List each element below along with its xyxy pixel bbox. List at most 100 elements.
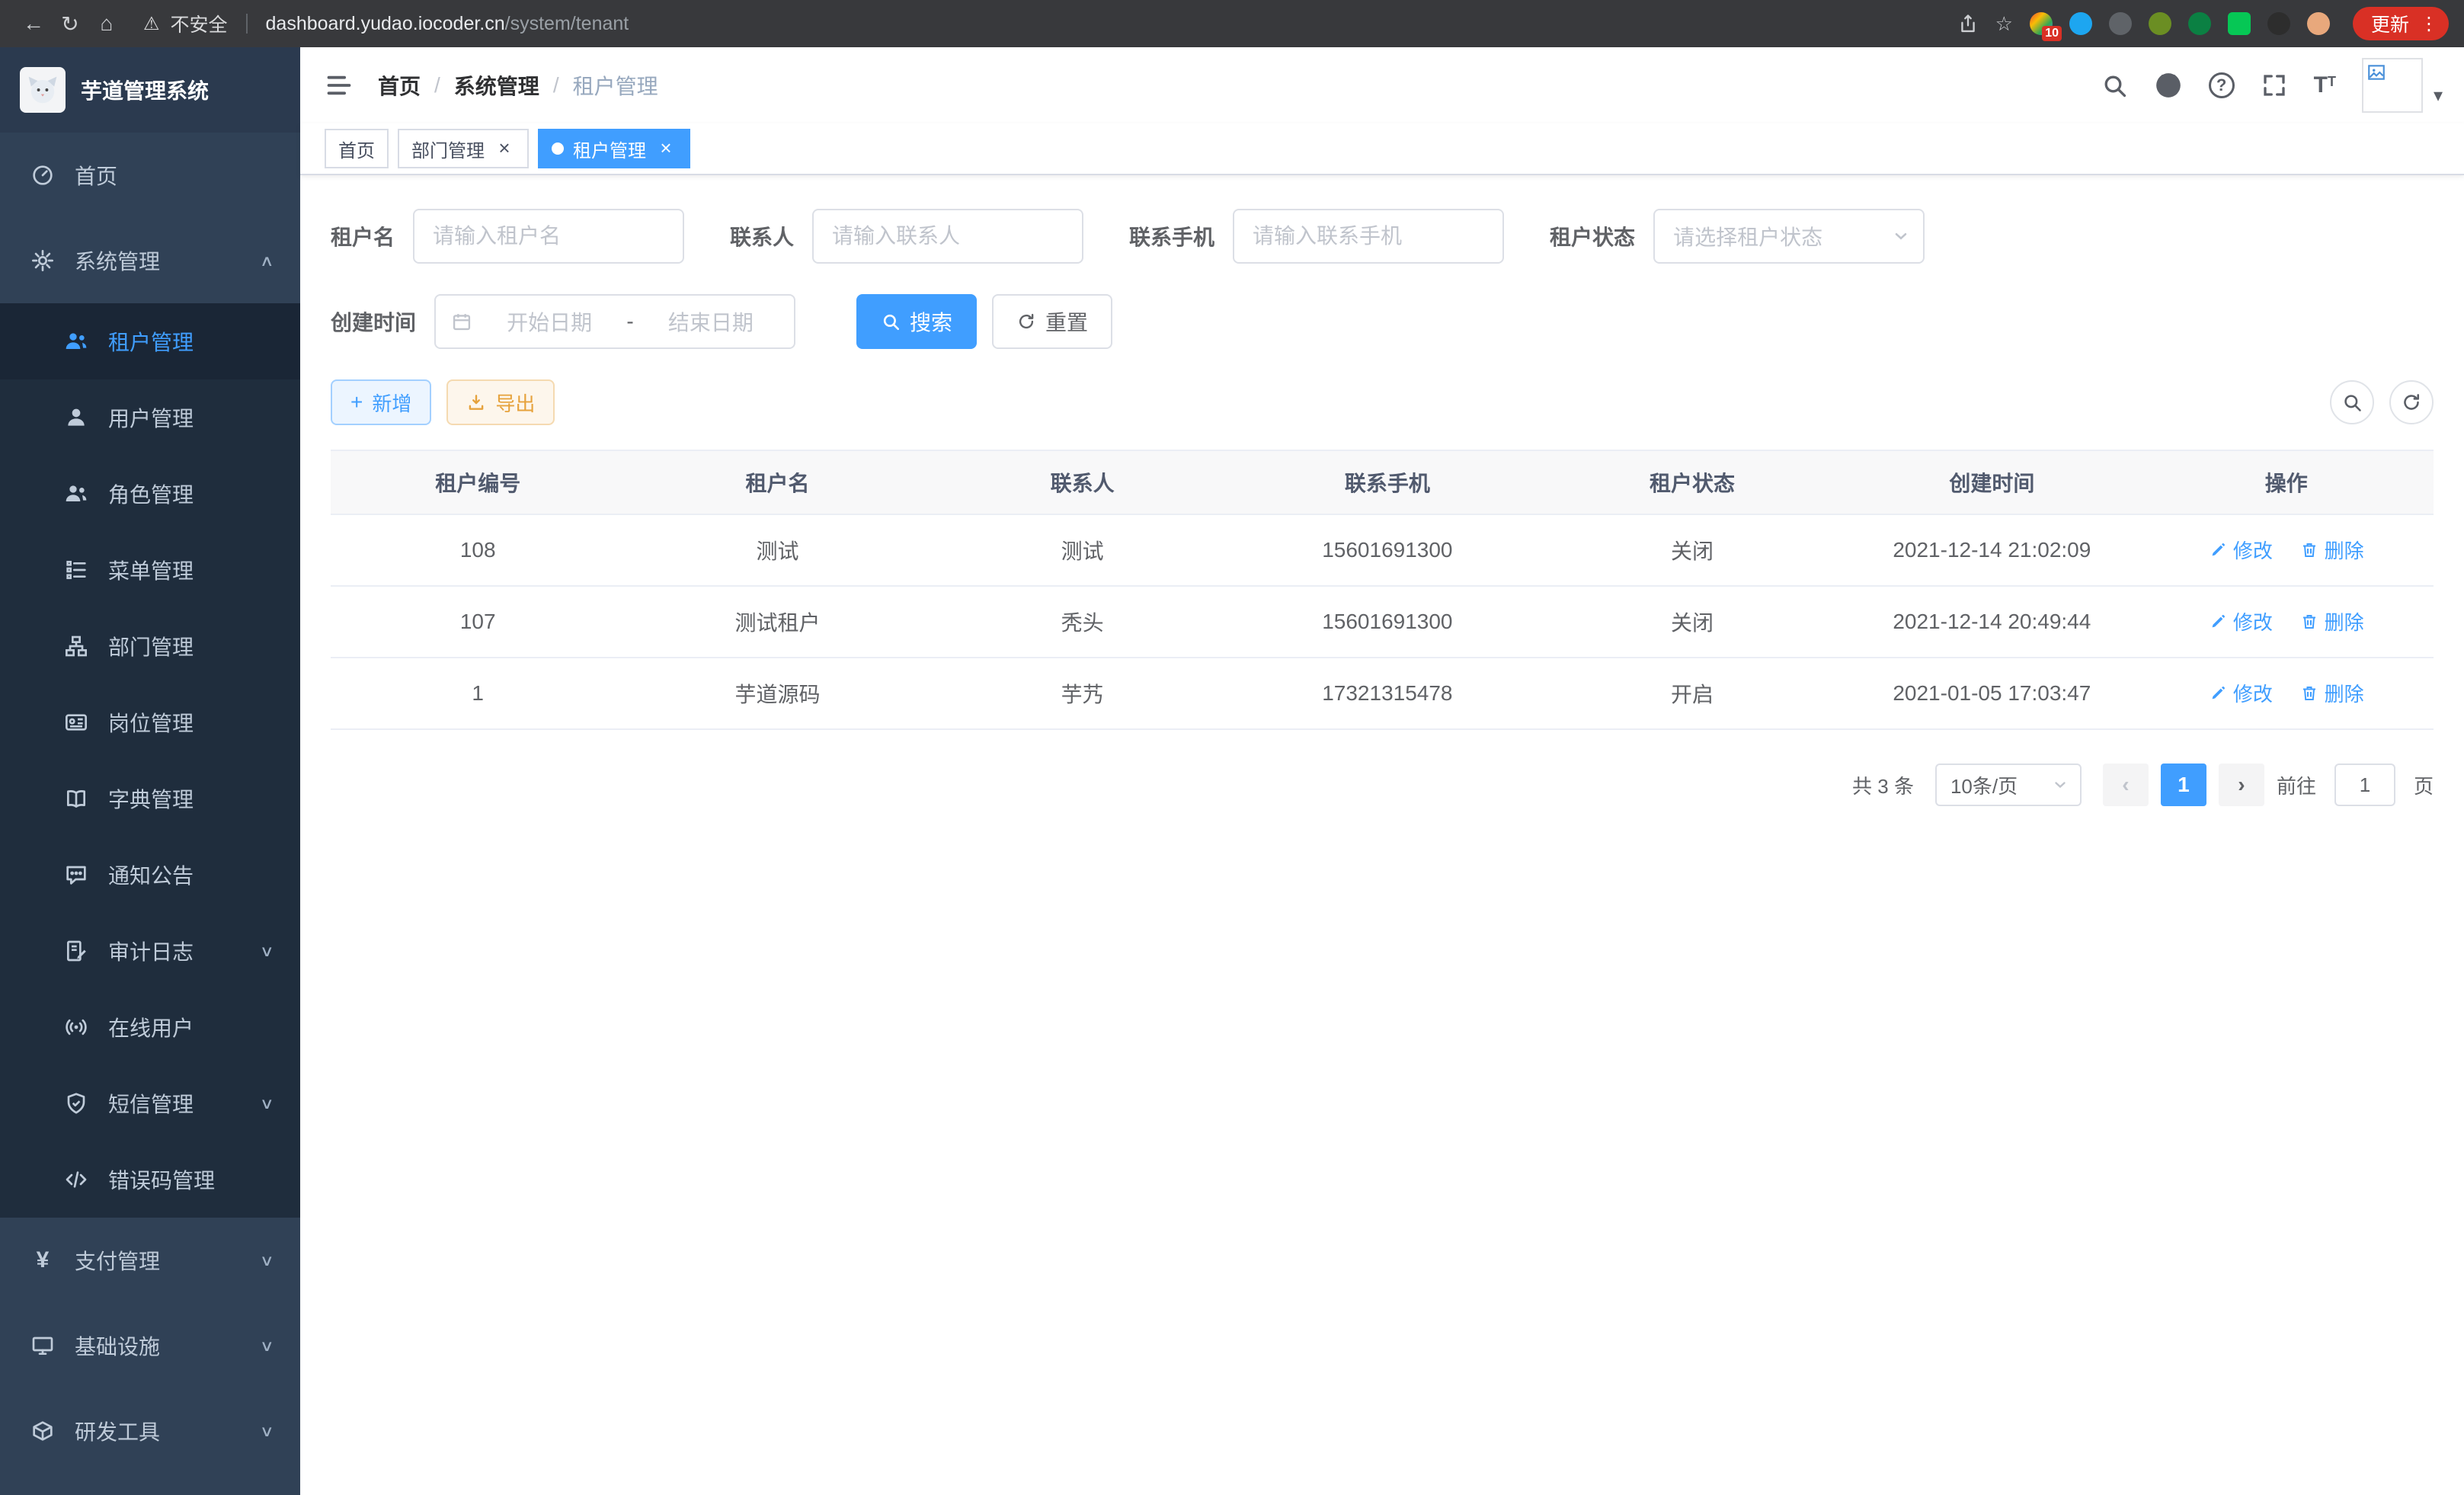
book-icon [64,786,88,811]
browser-update-button[interactable]: 更新⋮ [2353,7,2449,40]
help-icon[interactable]: ? [2209,72,2235,98]
toggle-search-button[interactable] [2330,380,2374,424]
search-button[interactable]: 搜索 [856,294,977,349]
add-button[interactable]: + 新增 [331,379,431,425]
sidebar-item-dept[interactable]: 部门管理 [0,608,300,684]
cell-contact: 秃头 [930,586,1235,658]
page-1-button[interactable]: 1 [2161,764,2206,806]
search-button-label: 搜索 [910,306,952,337]
next-page-button[interactable]: › [2219,764,2264,806]
tab-tenant[interactable]: 租户管理× [538,129,690,168]
col-tenant-id: 租户编号 [331,450,625,514]
extension-icon-gray[interactable] [2109,12,2132,35]
sidebar-item-payment[interactable]: ¥ 支付管理 ∨ [0,1218,300,1303]
url-host: dashboard.yudao.iocoder.cn [266,13,505,34]
edit-button[interactable]: 修改 [2209,536,2273,564]
font-size-icon[interactable]: TT [2314,72,2336,98]
code-icon [64,1167,88,1192]
tenant-name-input[interactable] [413,209,684,264]
extension-icon-blue[interactable] [2069,12,2092,35]
online-icon [64,1015,88,1039]
cell-contact: 芋艿 [930,658,1235,729]
sidebar-item-menu[interactable]: 菜单管理 [0,532,300,608]
create-time-range-picker[interactable]: 开始日期 - 结束日期 [434,294,795,349]
cell-status: 开启 [1540,658,1845,729]
close-icon[interactable]: × [494,138,515,159]
extension-icon-colorful[interactable]: 10 [2030,12,2053,35]
share-icon[interactable] [1957,13,1979,34]
delete-button[interactable]: 删除 [2300,536,2364,564]
sidebar-item-tenant[interactable]: 租户管理 [0,303,300,379]
extension-icon-bright-green[interactable] [2228,12,2251,35]
cell-created: 2021-12-14 20:49:44 [1845,586,2139,658]
browser-home-icon[interactable]: ⌂ [88,11,125,36]
sidebar-item-sms[interactable]: 短信管理 ∨ [0,1065,300,1141]
menu-label: 租户管理 [108,326,273,357]
col-created: 创建时间 [1845,450,2139,514]
github-icon[interactable] [2154,71,2183,100]
profile-avatar-icon[interactable] [2307,12,2330,35]
sidebar-item-post[interactable]: 岗位管理 [0,684,300,760]
prev-page-button[interactable]: ‹ [2103,764,2149,806]
refresh-table-button[interactable] [2389,380,2434,424]
bookmark-star-icon[interactable]: ☆ [1995,12,2013,36]
contact-input[interactable] [812,209,1083,264]
url-text[interactable]: dashboard.yudao.iocoder.cn/system/tenant [266,13,629,35]
edit-button[interactable]: 修改 [2209,679,2273,707]
breadcrumb-system[interactable]: 系统管理 [454,70,539,101]
reset-button[interactable]: 重置 [992,294,1112,349]
cell-status: 关闭 [1540,586,1845,658]
sidebar-item-audit-log[interactable]: 审计日志 ∨ [0,913,300,989]
sidebar-item-dev-tools[interactable]: 研发工具 ∨ [0,1388,300,1474]
page-size-select[interactable]: 10条/页 [1935,764,2082,806]
sidebar-item-home[interactable]: 首页 [0,133,300,218]
col-actions: 操作 [2139,450,2434,514]
avatar[interactable] [2362,58,2423,113]
cell-actions: 修改 删除 [2139,658,2434,729]
sidebar-item-system[interactable]: 系统管理 ∧ [0,218,300,303]
tenant-status-select[interactable]: 请选择租户状态 [1653,209,1925,264]
export-button[interactable]: 导出 [446,379,555,425]
close-icon[interactable]: × [655,138,677,159]
app-logo[interactable]: 芋道管理系统 [0,47,300,133]
security-warning-icon: ⚠ [143,13,160,35]
extension-icon-olive[interactable] [2149,12,2171,35]
security-label[interactable]: 不安全 [171,10,228,37]
fullscreen-icon[interactable] [2261,72,2288,99]
cell-phone: 15601691300 [1235,514,1540,586]
extension-puzzle-icon[interactable] [2267,12,2290,35]
col-phone: 联系手机 [1235,450,1540,514]
back-icon[interactable]: ← [15,11,52,36]
tab-home[interactable]: 首页 [325,129,389,168]
avatar-caret-icon[interactable]: ▾ [2434,85,2443,107]
phone-input[interactable] [1233,209,1504,264]
delete-button[interactable]: 删除 [2300,607,2364,635]
header-search-icon[interactable] [2101,72,2128,99]
sidebar-item-role[interactable]: 角色管理 [0,456,300,532]
sidebar-item-online-user[interactable]: 在线用户 [0,989,300,1065]
search-icon [2341,392,2363,413]
sidebar-item-notice[interactable]: 通知公告 [0,837,300,913]
export-button-label: 导出 [495,389,535,417]
audit-log-icon [64,939,88,963]
menu-label: 角色管理 [108,479,273,509]
chevron-down-icon [2051,776,2069,794]
extension-icon-green[interactable] [2188,12,2211,35]
sidebar-item-infra[interactable]: 基础设施 ∨ [0,1303,300,1388]
tab-dept[interactable]: 部门管理× [398,129,529,168]
page-size-value: 10条/页 [1950,771,2018,799]
edit-button[interactable]: 修改 [2209,607,2273,635]
address-bar[interactable]: ⚠ 不安全 dashboard.yudao.iocoder.cn/system/… [143,10,629,37]
reload-icon[interactable]: ↻ [52,11,88,37]
sidebar-item-error-code[interactable]: 错误码管理 [0,1141,300,1218]
sidebar-item-user[interactable]: 用户管理 [0,379,300,456]
delete-button[interactable]: 删除 [2300,679,2364,707]
hamburger-icon[interactable] [325,71,354,100]
browser-menu-icon[interactable]: ⋮ [2420,13,2438,35]
breadcrumb-home[interactable]: 首页 [378,70,421,101]
sidebar-item-dict[interactable]: 字典管理 [0,760,300,837]
goto-page-input[interactable] [2334,764,2395,806]
menu-label: 审计日志 [108,936,242,966]
cell-created: 2021-01-05 17:03:47 [1845,658,2139,729]
app-title: 芋道管理系统 [81,75,209,105]
